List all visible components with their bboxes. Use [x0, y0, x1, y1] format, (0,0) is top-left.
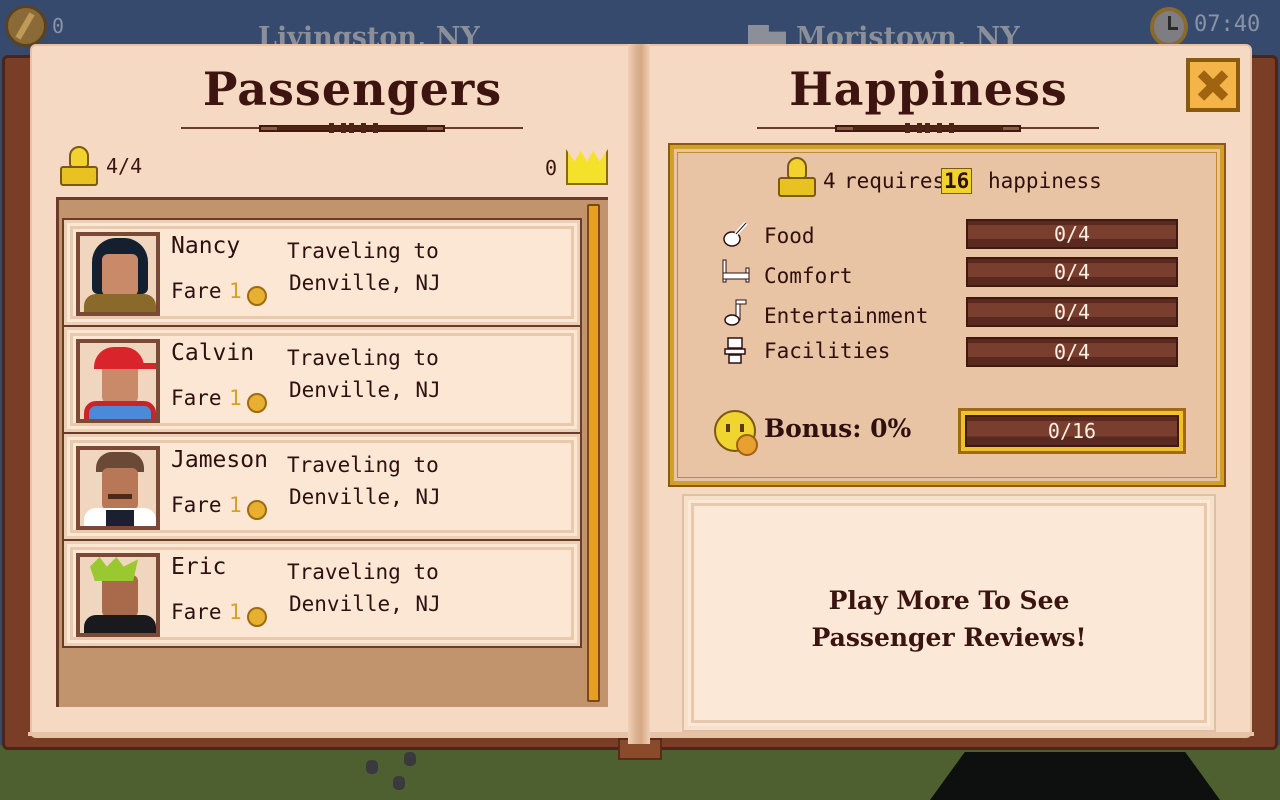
- passenger-row[interactable]: Calvin Fare 1 Traveling to Denville, NJ: [62, 325, 582, 434]
- destination-label: Traveling to: [287, 239, 439, 263]
- passenger-avatar: [76, 339, 160, 423]
- requirement-text: requires: [844, 169, 946, 193]
- passenger-capacity: 4/4: [106, 154, 143, 178]
- bonus-progress-bar: 0/16: [965, 415, 1179, 447]
- coin-icon: [247, 607, 267, 627]
- music-note-icon: [724, 299, 747, 326]
- passenger-name: Jameson: [171, 447, 268, 473]
- facilities-progress-bar: 0/4: [966, 337, 1178, 367]
- fare-value: 1: [229, 279, 242, 303]
- passenger-name: Calvin: [171, 340, 255, 366]
- coin-icon: [5, 5, 47, 47]
- page-edge: [28, 732, 638, 736]
- destination-label: Traveling to: [287, 346, 439, 370]
- fare-label: Fare: [171, 279, 222, 303]
- passenger-list-scrollbar[interactable]: [584, 200, 604, 705]
- food-progress-bar: 0/4: [966, 219, 1178, 249]
- fare-value: 1: [229, 493, 242, 517]
- reviews-message-line2: Passenger Reviews!: [811, 623, 1087, 652]
- required-passengers: 4: [823, 169, 836, 193]
- fare-value: 1: [229, 600, 242, 624]
- destination-city: Denville, NJ: [289, 485, 441, 509]
- rock: [393, 776, 405, 790]
- passenger-row[interactable]: Jameson Fare 1 Traveling to Denville, NJ: [62, 432, 582, 541]
- bonus-progress-frame: 0/16: [958, 408, 1186, 454]
- passenger-icon: [776, 157, 818, 199]
- book-gutter: [628, 44, 650, 744]
- coin-icon: [247, 286, 267, 306]
- reviews-locked-message: Play More To See Passenger Reviews!: [688, 582, 1210, 656]
- fare-label: Fare: [171, 493, 222, 517]
- page-edge: [642, 732, 1254, 736]
- passenger-row[interactable]: Eric Fare 1 Traveling to Denville, NJ: [62, 539, 582, 648]
- fare-label: Fare: [171, 386, 222, 410]
- requirement-text-end: happiness: [988, 169, 1102, 193]
- category-label-facilities: Facilities: [764, 339, 891, 363]
- scroll-thumb[interactable]: [587, 204, 600, 702]
- category-label-comfort: Comfort: [764, 264, 853, 288]
- passenger-name: Eric: [171, 554, 227, 580]
- destination-label: Traveling to: [287, 453, 439, 477]
- drumstick-icon: [723, 221, 748, 247]
- coin-icon: [247, 500, 267, 520]
- vip-count: 0: [545, 156, 558, 180]
- happiness-title: Happiness: [789, 62, 1068, 116]
- passenger-avatar: [76, 446, 160, 530]
- fare-label: Fare: [171, 600, 222, 624]
- toilet-icon: [724, 337, 746, 364]
- category-label-entertainment: Entertainment: [764, 304, 929, 328]
- destination-label: Traveling to: [287, 560, 439, 584]
- required-happiness-amount: 16: [941, 168, 973, 194]
- entertainment-progress-bar: 0/4: [966, 297, 1178, 327]
- close-button[interactable]: [1186, 58, 1240, 112]
- pocket-watch-icon: [1150, 7, 1188, 47]
- rock: [404, 752, 416, 766]
- destination-city: Denville, NJ: [289, 378, 441, 402]
- comfort-progress-bar: 0/4: [966, 257, 1178, 287]
- reviews-message-line1: Play More To See: [828, 586, 1070, 615]
- title-flourish: [757, 122, 1099, 134]
- reviews-panel: Play More To See Passenger Reviews!: [682, 494, 1216, 732]
- passenger-icon: [58, 146, 100, 188]
- coins-count: 0: [52, 14, 65, 38]
- fare-value: 1: [229, 386, 242, 410]
- destination-city: Denville, NJ: [289, 592, 441, 616]
- coin-icon: [736, 434, 758, 456]
- passenger-avatar: [76, 232, 160, 316]
- passenger-row[interactable]: Nancy Fare 1 Traveling to Denville, NJ: [62, 218, 582, 327]
- title-flourish: [181, 122, 523, 134]
- bed-icon: [722, 259, 750, 283]
- destination-city: Denville, NJ: [289, 271, 441, 295]
- coin-icon: [247, 393, 267, 413]
- passengers-title: Passengers: [202, 62, 503, 116]
- category-label-food: Food: [764, 224, 815, 248]
- passenger-avatar: [76, 553, 160, 637]
- ground-shadow: [930, 752, 1220, 800]
- passenger-name: Nancy: [171, 233, 241, 259]
- game-time: 07:40: [1194, 12, 1261, 37]
- rock: [366, 760, 378, 774]
- bonus-label: Bonus: 0%: [764, 414, 912, 443]
